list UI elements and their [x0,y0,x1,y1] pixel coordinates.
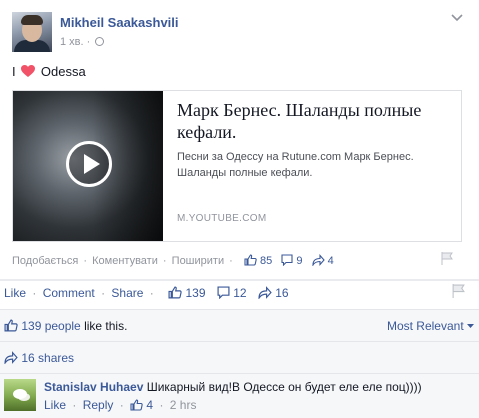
chevron-down-icon[interactable] [451,14,463,22]
attachment-domain: M.YOUTUBE.COM [177,213,267,224]
comments-count: 12 [233,286,247,300]
flag-icon[interactable] [452,284,465,298]
shares-summary-row: 16 shares [0,341,479,373]
commenter-avatar[interactable] [4,379,36,411]
comment-like-link[interactable]: Like [44,398,66,412]
thumbs-up-icon [4,319,18,332]
separator: · [162,255,167,267]
inner-likes-stat[interactable]: 85 [244,254,275,267]
comment-icon [281,254,293,266]
globe-icon[interactable] [95,37,105,46]
inner-comment-link[interactable]: Коментувати [92,255,158,267]
thumbs-up-icon [244,254,257,266]
author-avatar[interactable] [12,12,52,52]
comment-icon [217,286,230,299]
feedback-panel: 139 people like this. Most Relevant 16 s… [0,309,479,418]
post-time[interactable]: 1 хв. [60,36,84,48]
inner-like-link[interactable]: Подобається [12,255,78,267]
shares-link[interactable]: 16 shares [21,351,74,365]
shares-count: 16 [275,286,289,300]
separator: · [159,398,164,412]
attachment-description: Песни за Одессу на Rutune.com Марк Берне… [177,151,414,179]
inner-shares-stat[interactable]: 4 [311,254,334,267]
likes-summary-text: like this. [80,319,128,333]
status-prefix: I [12,64,16,79]
flag-icon[interactable] [441,252,453,265]
caret-down-icon [467,324,474,328]
inner-comments-stat[interactable]: 9 [281,254,305,267]
likers-link[interactable]: 139 people [21,319,80,333]
link-attachment[interactable]: Марк Бернес. Шаланды полные кефали. Песн… [12,90,462,242]
comment-link[interactable]: Comment [43,286,95,300]
divider [0,279,479,281]
separator: · [229,255,233,267]
comment-likes-stat[interactable]: 4 [130,398,156,412]
separator: · [32,286,37,300]
meta-separator: · [86,36,91,48]
comment-likes-count: 4 [146,398,154,412]
like-link[interactable]: Like [4,286,26,300]
attachment-title[interactable]: Марк Бернес. Шаланды полные кефали. [177,99,453,143]
likes-count: 139 [185,286,206,300]
sort-dropdown[interactable]: Most Relevant [387,310,474,342]
separator: · [119,398,124,412]
shared-post-actions: Подобається · Коментувати · Поширити · 8… [12,254,462,267]
likes-summary-row: 139 people like this. Most Relevant [0,309,479,341]
comment-item: Stanislav Huhaev Шикарный вид!В Одессе о… [0,373,479,418]
separator: · [83,255,88,267]
post-actions: Like · Comment · Share · 139 12 16 [4,286,289,300]
comment-body: Stanislav Huhaev Шикарный вид!В Одессе о… [44,380,422,394]
avatar-hair [21,15,43,25]
sort-label: Most Relevant [386,319,464,333]
post-meta: 1 хв. · [60,36,105,48]
likes-stat[interactable]: 139 [168,286,209,300]
separator: · [72,398,77,412]
separator: · [149,286,154,300]
comments-stat[interactable]: 12 [217,286,250,300]
commenter-name[interactable]: Stanislav Huhaev [44,380,143,394]
share-link[interactable]: Share [111,286,143,300]
thumbs-up-icon [168,286,182,299]
post-card: Mikheil Saakashvili 1 хв. · I Odessa Мар… [0,0,479,279]
share-arrow-icon [4,351,18,364]
status-suffix: Odessa [40,64,86,79]
comment-text: Шикарный вид!В Одессе он будет еле еле п… [146,380,422,394]
thumbs-up-icon [130,399,143,411]
comment-time[interactable]: 2 hrs [170,398,197,412]
inner-shares-count: 4 [327,255,334,267]
inner-comments-count: 9 [296,255,303,267]
video-thumbnail[interactable] [13,91,163,241]
separator: · [101,286,106,300]
shares-stat[interactable]: 16 [258,286,289,300]
post-status: I Odessa [12,64,86,79]
comment-actions: Like · Reply · 4 · 2 hrs [44,398,196,412]
author-name[interactable]: Mikheil Saakashvili [60,15,179,30]
comment-reply-link[interactable]: Reply [83,398,114,412]
share-arrow-icon [258,286,272,299]
inner-share-link[interactable]: Поширити [172,255,224,267]
share-arrow-icon [311,254,325,266]
heart-icon [21,65,36,77]
play-icon[interactable] [66,141,112,187]
inner-likes-count: 85 [259,255,273,267]
